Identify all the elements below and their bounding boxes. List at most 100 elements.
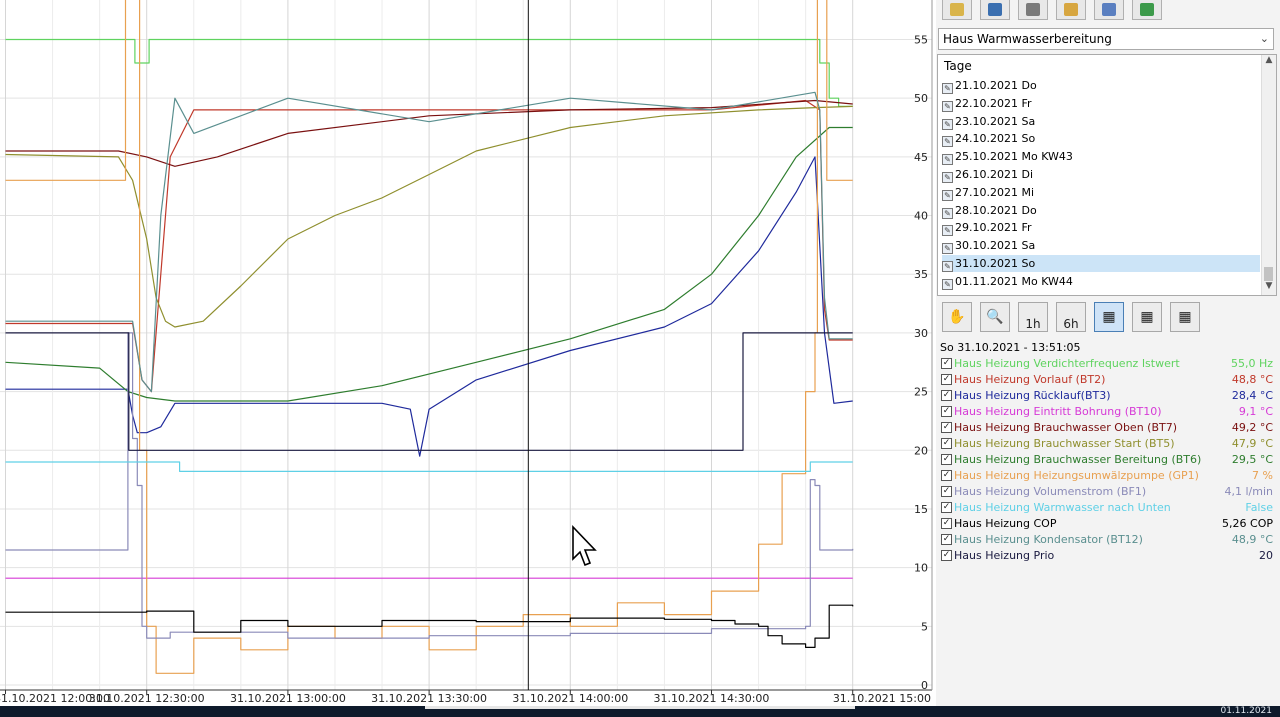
calendar-icon: ✎	[942, 189, 953, 201]
legend-value: 49,2 °C	[1231, 421, 1273, 434]
hand-tool-button[interactable]: ✋	[942, 302, 972, 332]
print-icon[interactable]	[1018, 0, 1048, 20]
day-list-scrollbar[interactable]: ▲ ▼	[1261, 55, 1276, 295]
legend-value: 48,8 °C	[1231, 373, 1273, 386]
legend-name: Haus Heizung Volumenstrom (BF1)	[954, 485, 1147, 498]
chevron-down-icon[interactable]: ⌄	[1260, 29, 1269, 49]
legend-value: 29,5 °C	[1231, 453, 1273, 466]
legend-checkbox[interactable]: ✓	[941, 358, 952, 369]
day-item[interactable]: ✎ 23.10.2021 Sa	[942, 113, 1260, 130]
day-item[interactable]: ✎ 31.10.2021 So	[942, 255, 1260, 272]
legend-checkbox[interactable]: ✓	[941, 534, 952, 545]
day-label: 31.10.2021 So	[955, 257, 1036, 270]
day-item[interactable]: ✎ 24.10.2021 So	[942, 130, 1260, 148]
legend-value: False	[1245, 501, 1273, 514]
calendar-icon: ✎	[942, 154, 953, 166]
day-item[interactable]: ✎ 30.10.2021 Sa	[942, 237, 1260, 255]
zoom-6h-button[interactable]: 6h	[1056, 302, 1086, 332]
day-icon: ▦	[1102, 308, 1116, 325]
legend-value: 7 %	[1252, 469, 1273, 482]
legend-name: Haus Heizung Brauchwasser Bereitung (BT6…	[954, 453, 1202, 466]
edit-icon[interactable]	[1094, 0, 1124, 20]
zoom-tool-button[interactable]: 🔍	[980, 302, 1010, 332]
x-tick-label: 31.10.2021 13:00:00	[230, 692, 346, 705]
legend-item: ✓ Haus Heizung Rücklauf(BT3) 28,4 °C	[941, 388, 1277, 404]
calendar-icon: ✎	[942, 83, 953, 94]
legend-item: ✓ Haus Heizung COP 5,26 COP	[941, 516, 1277, 532]
calendar-icon: ✎	[942, 261, 953, 272]
export-icon[interactable]	[1132, 0, 1162, 20]
legend-name: Haus Heizung Brauchwasser Start (BT5)	[954, 437, 1175, 450]
day-label: 27.10.2021 Mi	[955, 185, 1035, 199]
legend-item: ✓ Haus Heizung Prio 20	[941, 548, 1277, 564]
line-chart[interactable]: 051015202530354045505531.10.2021 12:00:0…	[0, 0, 936, 706]
calendar-icon: ✎	[942, 118, 953, 130]
y-tick-label: 40	[914, 210, 928, 223]
legend-checkbox[interactable]: ✓	[941, 406, 952, 417]
side-panel: Haus Warmwasserbereitung ⌄ Tage ✎ 21.10.2…	[936, 0, 1280, 706]
settings-icon[interactable]	[980, 0, 1010, 20]
legend-item: ✓ Haus Heizung Heizungsumwälzpumpe (GP1) 7…	[941, 468, 1277, 484]
legend-name: Haus Heizung Warmwasser nach Unten	[954, 501, 1171, 514]
legend-item: ✓ Haus Heizung Brauchwasser Oben (BT7) 49,…	[941, 420, 1277, 436]
taskbar-date: 01.11.2021	[1220, 706, 1272, 716]
legend-checkbox[interactable]: ✓	[941, 390, 952, 401]
day-view-button[interactable]: ▦	[1094, 302, 1124, 332]
day-item[interactable]: ✎ 29.10.2021 Fr	[942, 219, 1260, 237]
calendar-icon: ✎	[942, 136, 953, 148]
legend-item: ✓ Haus Heizung Volumenstrom (BF1) 4,1 l/mi…	[941, 484, 1277, 500]
calendar-icon: ✎	[942, 225, 953, 237]
legend-item: ✓ Haus Heizung Eintritt Bohrung (BT10) 9,1…	[941, 404, 1277, 420]
legend-checkbox[interactable]: ✓	[941, 438, 952, 449]
calendar-icon: ✎	[942, 243, 953, 255]
legend-name: Haus Heizung Eintritt Bohrung (BT10)	[954, 405, 1162, 418]
legend-checkbox[interactable]: ✓	[941, 374, 952, 385]
legend-name: Haus Heizung Verdichterfrequenz Istwert	[954, 357, 1180, 370]
day-item[interactable]: ✎ 26.10.2021 Di	[942, 166, 1260, 183]
day-item[interactable]: ✎ 22.10.2021 Fr	[942, 95, 1260, 112]
month-view-button[interactable]: ▦	[1170, 302, 1200, 332]
x-tick-label: 31.10.2021 14:30:00	[654, 692, 770, 705]
legend-name: Haus Heizung Kondensator (BT12)	[954, 533, 1143, 546]
zoom-1h-button[interactable]: 1h	[1018, 302, 1048, 332]
day-item[interactable]: ✎ 01.11.2021 Mo KW44	[942, 273, 1260, 290]
taskbar-window-strip[interactable]	[425, 706, 855, 709]
y-tick-label: 55	[914, 34, 928, 47]
scroll-down-icon[interactable]: ▼	[1262, 281, 1276, 295]
week-view-button[interactable]: ▦	[1132, 302, 1162, 332]
y-tick-label: 25	[914, 386, 928, 399]
tool-label: 6h	[1063, 317, 1079, 331]
day-label: 23.10.2021 Sa	[955, 114, 1036, 128]
day-item[interactable]: ✎ 28.10.2021 Do	[942, 202, 1260, 219]
legend-value: 47,9 °C	[1231, 437, 1273, 450]
dropdown-value: Haus Warmwasserbereitung	[943, 32, 1112, 46]
month-icon: ▦	[1178, 308, 1192, 325]
legend-checkbox[interactable]: ✓	[941, 550, 952, 561]
x-tick-label: 31.10.2021 12:30:00	[89, 692, 205, 705]
legend-checkbox[interactable]: ✓	[941, 518, 952, 529]
config-dropdown[interactable]: Haus Warmwasserbereitung ⌄	[938, 28, 1274, 50]
day-label: 24.10.2021 So	[955, 132, 1036, 146]
legend-checkbox[interactable]: ✓	[941, 422, 952, 433]
day-item[interactable]: ✎ 27.10.2021 Mi	[942, 184, 1260, 201]
legend-checkbox[interactable]: ✓	[941, 454, 952, 465]
hand-icon: ✋	[948, 308, 966, 325]
day-item[interactable]: ✎ 25.10.2021 Mo KW43	[942, 148, 1260, 166]
legend-checkbox[interactable]: ✓	[941, 502, 952, 513]
day-list-header: Tage	[944, 59, 972, 73]
day-label: 26.10.2021 Di	[955, 168, 1034, 181]
y-tick-label: 5	[921, 620, 928, 633]
scroll-thumb[interactable]	[1264, 267, 1273, 281]
legend-item: ✓ Haus Heizung Warmwasser nach Unten False	[941, 500, 1277, 516]
legend-item: ✓ Haus Heizung Vorlauf (BT2) 48,8 °C	[941, 372, 1277, 388]
legend-checkbox[interactable]: ✓	[941, 486, 952, 497]
legend-checkbox[interactable]: ✓	[941, 470, 952, 481]
mail-icon[interactable]	[1056, 0, 1086, 20]
scroll-up-icon[interactable]: ▲	[1262, 55, 1276, 69]
chart-area[interactable]: 0 5 10 15 20 25 30 35 40 45 50 55 31.10.2021 12:00:0…	[0, 0, 936, 706]
folder-icon[interactable]	[942, 0, 972, 20]
day-item[interactable]: ✎ 21.10.2021 Do	[942, 77, 1260, 94]
legend-name: Haus Heizung Brauchwasser Oben (BT7)	[954, 421, 1178, 434]
day-list[interactable]: Tage ✎ 21.10.2021 Do ✎ 22.10.2021 Fr ✎ 23.10.…	[937, 54, 1277, 296]
legend-name: Haus Heizung Rücklauf(BT3)	[954, 389, 1111, 402]
